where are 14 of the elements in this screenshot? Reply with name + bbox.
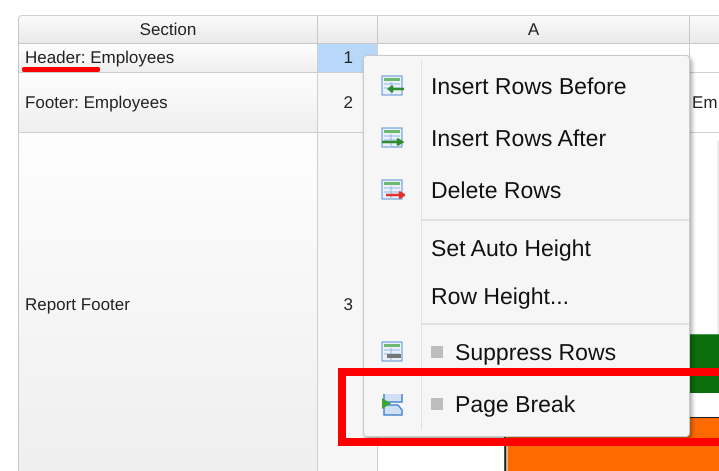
column-header[interactable]: A <box>378 15 690 44</box>
checkbox[interactable] <box>431 346 443 358</box>
table-icon <box>380 127 404 149</box>
cell-text: Em <box>691 92 718 112</box>
table-icon <box>380 179 404 201</box>
table-cell: Header: Employees <box>18 44 318 73</box>
checkbox[interactable] <box>431 398 443 410</box>
table-icon <box>380 341 404 363</box>
table-cell: Footer: Employees <box>18 73 318 133</box>
page-break-icon <box>380 392 404 416</box>
table-cell: Report Footer <box>18 133 318 471</box>
column-header[interactable]: Section <box>18 15 318 44</box>
table-icon <box>380 75 404 97</box>
column-header[interactable] <box>318 15 378 44</box>
